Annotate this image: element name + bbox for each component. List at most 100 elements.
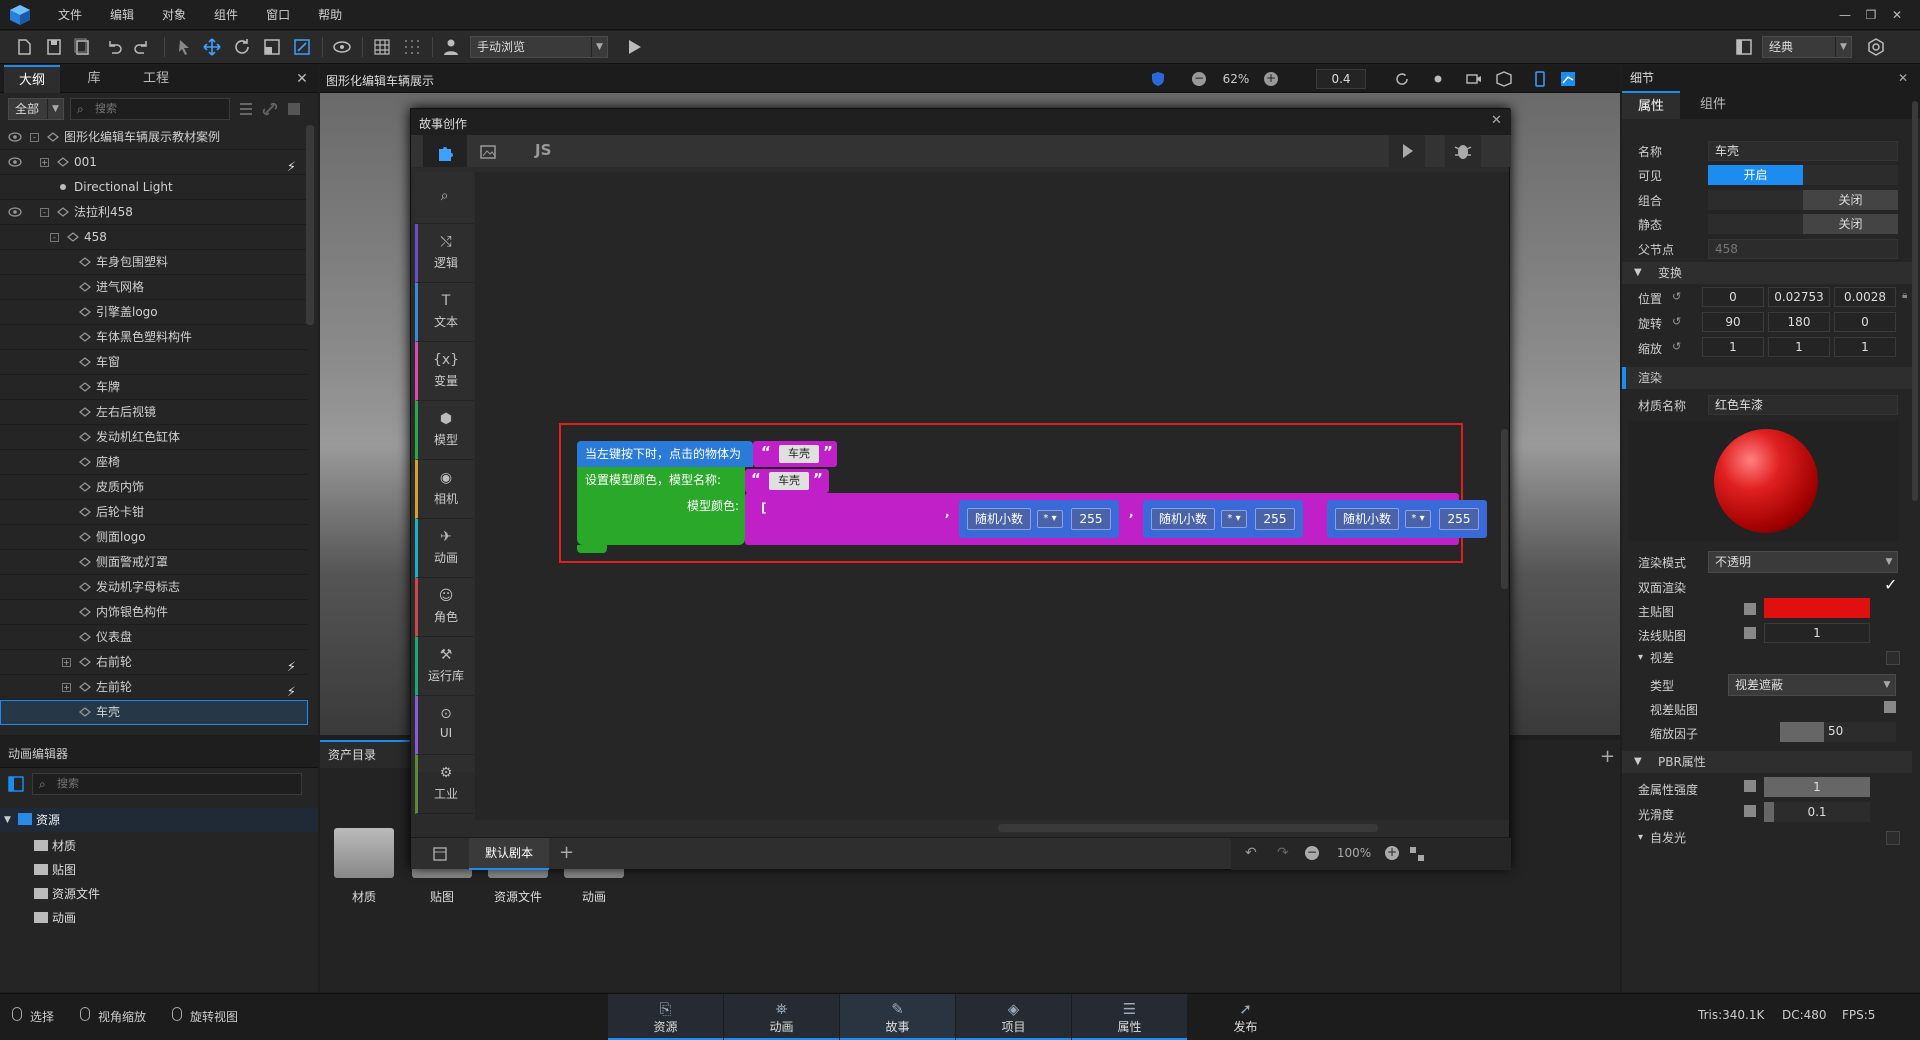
tree-row[interactable]: 车身包围塑料 <box>0 250 308 275</box>
transform-local-icon[interactable] <box>292 37 312 57</box>
tab-project[interactable]: 工程 <box>128 65 184 93</box>
filter-icon[interactable] <box>286 101 302 117</box>
debug-bug-icon[interactable] <box>1445 135 1481 167</box>
dots-grid-icon[interactable] <box>402 37 422 57</box>
parallax-section[interactable]: ▾ 视差 <box>1622 647 1912 669</box>
run-button[interactable] <box>1389 135 1425 167</box>
anim-search[interactable]: ⌕ <box>32 773 302 795</box>
random-number-block[interactable]: 随机小数 * ▾ 255 <box>1327 500 1487 538</box>
workspace-v-scrollbar[interactable] <box>1501 429 1508 589</box>
resource-folder[interactable]: 资源文件 <box>0 882 318 906</box>
expand-icon[interactable]: ▼ <box>4 808 11 832</box>
metal-slider[interactable]: 1 <box>1764 777 1870 797</box>
category-9[interactable]: ⚙ 工业 <box>415 755 474 814</box>
resource-root[interactable]: ▼ 资源 <box>0 808 318 832</box>
category-3[interactable]: ⬢ 模型 <box>415 401 474 460</box>
material-field[interactable]: 红色车漆 <box>1708 395 1898 415</box>
refresh-icon[interactable] <box>1394 71 1410 87</box>
mul-op-dropdown[interactable]: * ▾ <box>1405 510 1431 528</box>
anim-search-input[interactable] <box>57 776 287 792</box>
speed-field[interactable]: 0.4 <box>1316 69 1366 89</box>
tab-assets[interactable]: 资产目录 <box>320 740 410 768</box>
smooth-slider[interactable]: 0.1 <box>1764 802 1870 822</box>
tree-row[interactable]: 座椅 <box>0 450 308 475</box>
zoom-out-icon[interactable]: − <box>1192 72 1206 86</box>
scale-icon[interactable] <box>262 37 282 57</box>
script-tab[interactable]: 默认剧本 <box>469 838 549 870</box>
expand-toggle-icon[interactable]: + <box>62 683 71 692</box>
grid-icon[interactable] <box>372 37 392 57</box>
tree-row[interactable]: 皮质内饰 <box>0 475 308 500</box>
main-color-swatch[interactable] <box>1764 598 1870 618</box>
save-icon[interactable] <box>44 37 64 57</box>
reset-icon[interactable]: ↺ <box>1672 290 1681 303</box>
tab-properties[interactable]: 属性 <box>1622 91 1680 119</box>
nav-0[interactable]: ⎘ 资源 <box>608 994 723 1040</box>
tree-row[interactable]: 车壳 <box>0 700 308 725</box>
redo-icon[interactable]: ↷ <box>1277 845 1289 861</box>
tree-row[interactable]: 侧面警戒灯罩 <box>0 550 308 575</box>
static-toggle[interactable]: 关闭 <box>1708 214 1898 234</box>
random-number-block[interactable]: 随机小数 * ▾ 255 <box>1143 500 1303 538</box>
rot-z[interactable]: 0 <box>1834 312 1896 332</box>
texture-slot-icon[interactable] <box>1744 603 1756 615</box>
phone-icon[interactable] <box>1532 71 1548 87</box>
category-7[interactable]: ⚒ 运行库 <box>415 637 474 696</box>
transform-section[interactable]: ▼ 变换 <box>1622 262 1912 284</box>
camera-icon[interactable] <box>1466 71 1482 87</box>
render-mode-select[interactable]: 不透明 ▼ <box>1708 551 1898 573</box>
event-string-block[interactable]: “ 车壳 ” <box>753 441 837 467</box>
pos-x[interactable]: 0 <box>1702 287 1764 307</box>
blocks-tab[interactable] <box>423 135 467 167</box>
category-5[interactable]: ✈ 动画 <box>415 519 474 578</box>
tree-row[interactable]: 发动机字母标志 <box>0 575 308 600</box>
tree-row[interactable]: 进气网格 <box>0 275 308 300</box>
expand-toggle-icon[interactable]: + <box>40 158 49 167</box>
parallax-checkbox[interactable] <box>1886 651 1900 665</box>
rot-y[interactable]: 180 <box>1768 312 1830 332</box>
category-6[interactable]: ☺ 角色 <box>415 578 474 637</box>
save-all-icon[interactable] <box>72 37 92 57</box>
normal-field[interactable]: 1 <box>1764 623 1870 643</box>
tab-library[interactable]: 库 <box>66 65 122 93</box>
eye-icon[interactable] <box>8 132 22 142</box>
model-string-block[interactable]: “ 车壳 ” <box>745 469 829 493</box>
menu-item[interactable]: 对象 <box>148 0 200 30</box>
event-block[interactable]: 当左键按下时，点击的物体为 <box>577 441 753 467</box>
close-icon[interactable]: ✕ <box>1898 65 1908 91</box>
link-icon[interactable] <box>262 101 278 117</box>
workspace-h-scrollbar[interactable] <box>998 824 1378 832</box>
restore-icon[interactable]: ❐ <box>1858 0 1884 30</box>
nav-1[interactable]: ⛯ 动画 <box>724 994 839 1040</box>
close-icon[interactable]: ✕ <box>1884 0 1910 30</box>
zoom-out-icon[interactable]: − <box>1305 846 1319 860</box>
layout-icon[interactable] <box>1734 37 1754 57</box>
emissive-section[interactable]: ▾ 自发光 <box>1622 827 1912 849</box>
chart-icon[interactable] <box>1560 71 1576 87</box>
texture-slot-icon[interactable] <box>1744 805 1756 817</box>
zoom-in-icon[interactable]: + <box>1385 846 1399 860</box>
resource-folder[interactable]: 动画 <box>0 906 318 930</box>
collapse-all-icon[interactable] <box>238 101 254 117</box>
block-search-button[interactable]: ⌕ <box>415 172 474 224</box>
tree-row[interactable]: 引擎盖logo <box>0 300 308 325</box>
nav-5[interactable]: ➚ 发布 <box>1188 994 1303 1040</box>
group-toggle[interactable]: 关闭 <box>1708 190 1898 210</box>
tree-row[interactable]: + 左前轮 ⚡ <box>0 675 308 700</box>
cube-icon[interactable] <box>1496 71 1512 87</box>
tree-row[interactable]: 发动机红色缸体 <box>0 425 308 450</box>
scale-factor-slider[interactable]: 50 <box>1780 722 1896 742</box>
add-script-icon[interactable]: + <box>559 842 574 863</box>
visible-toggle[interactable]: 开启 <box>1708 165 1898 185</box>
tool-1[interactable]: 视角缩放 <box>78 1007 146 1025</box>
filter-select[interactable]: 全部 ▼ <box>8 98 64 120</box>
new-file-icon[interactable] <box>14 37 34 57</box>
pos-z[interactable]: 0.0028 <box>1834 287 1896 307</box>
model-string-value[interactable]: 车壳 <box>769 472 809 490</box>
menu-item[interactable]: 编辑 <box>96 0 148 30</box>
nav-3[interactable]: ◈ 项目 <box>956 994 1071 1040</box>
tree-row[interactable]: 车牌 <box>0 375 308 400</box>
texture-slot-icon[interactable] <box>1744 627 1756 639</box>
snap-icon[interactable] <box>332 37 352 57</box>
menu-item[interactable]: 组件 <box>200 0 252 30</box>
